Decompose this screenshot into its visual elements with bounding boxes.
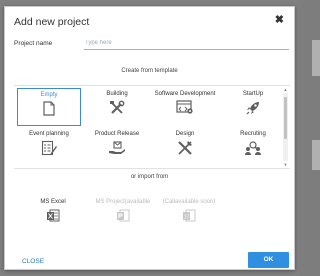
import-ms-excel[interactable]: MS Excel <box>18 199 88 223</box>
template-label: Design <box>175 131 195 137</box>
template-software-development[interactable]: Software Development <box>153 88 217 126</box>
scroll-down-arrow[interactable]: ▼ <box>283 162 288 167</box>
dialog-title: Add new project <box>14 16 90 28</box>
ok-button[interactable]: OK <box>248 252 289 268</box>
background-panel-edge <box>312 40 320 76</box>
templates-heading: Create from template <box>121 68 178 74</box>
scroll-up-arrow[interactable]: ▲ <box>283 87 288 92</box>
import-label: MS Project(available <box>95 199 151 205</box>
project-name-input[interactable] <box>84 36 289 50</box>
design-tools-icon <box>178 141 192 155</box>
import-label: (Callavailable soon) <box>162 199 216 205</box>
background-panel-edge <box>312 140 320 170</box>
import-label: MS Excel <box>40 199 66 205</box>
project-name-label: Project name <box>14 40 53 47</box>
template-startup[interactable]: StartUp <box>221 88 285 126</box>
template-label: StartUp <box>242 91 264 97</box>
tools-icon <box>110 100 125 114</box>
template-label: Building <box>106 91 128 97</box>
excel-icon <box>47 209 60 222</box>
people-search-icon <box>245 141 261 155</box>
template-label: Recruting <box>240 131 266 137</box>
template-scrollbar[interactable]: ▲ ▼ <box>283 87 288 167</box>
template-empty[interactable]: Empty <box>17 88 81 126</box>
hand-box-icon <box>109 141 125 154</box>
code-window-icon <box>176 100 193 114</box>
template-label: Event planning <box>29 131 69 137</box>
template-label: Software Development <box>154 91 216 97</box>
checklist-icon <box>41 140 57 156</box>
calendar-icon: 17 <box>183 209 196 222</box>
template-design[interactable]: Design <box>153 128 217 166</box>
template-label: Product Release <box>94 131 140 137</box>
import-heading: or import from <box>130 174 169 180</box>
add-project-dialog: Add new project ✖ Project name Create fr… <box>4 6 295 270</box>
import-ms-project: MS Project(available <box>88 199 158 223</box>
template-event-planning[interactable]: Event planning <box>17 128 81 166</box>
scroll-thumb[interactable] <box>284 97 287 139</box>
template-product-release[interactable]: Product Release <box>85 128 149 166</box>
svg-text:17: 17 <box>184 215 190 221</box>
import-calendar: (Callavailable soon) 17 <box>154 199 224 223</box>
rocket-icon <box>246 102 259 115</box>
template-grid: Empty Building Software Development Star… <box>14 85 290 169</box>
template-recruting[interactable]: Recruting <box>221 128 285 166</box>
document-icon <box>43 101 55 116</box>
template-label: Empty <box>40 92 58 98</box>
close-icon[interactable]: ✖ <box>275 15 284 26</box>
project-icon <box>117 209 130 222</box>
template-building[interactable]: Building <box>85 88 149 126</box>
close-button[interactable]: CLOSE <box>22 258 44 265</box>
